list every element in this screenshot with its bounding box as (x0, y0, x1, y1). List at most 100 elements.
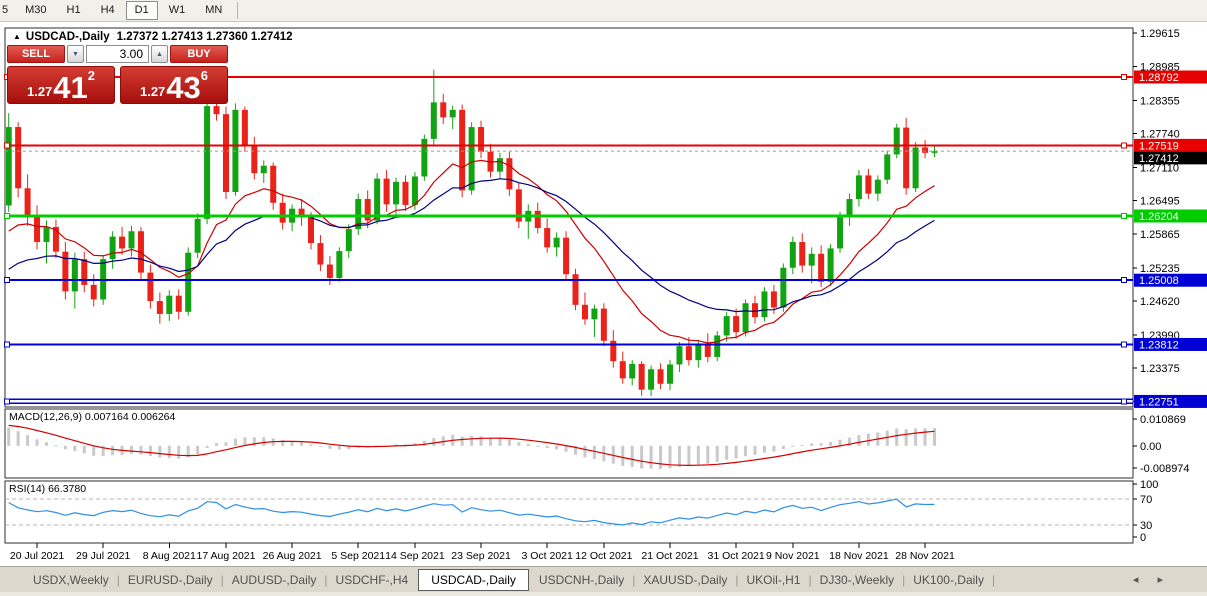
svg-text:1.27412: 1.27412 (1139, 153, 1179, 165)
hline-handle[interactable] (5, 399, 10, 404)
hline-handle[interactable] (1122, 143, 1127, 148)
hline-handle[interactable] (5, 278, 10, 283)
macd-bar (206, 446, 209, 448)
y-axis-label: 1.25865 (1140, 229, 1180, 241)
svg-text:1.23812: 1.23812 (1139, 339, 1179, 351)
tf-button-D1[interactable]: D1 (126, 1, 158, 20)
macd-bar (725, 446, 728, 460)
date-label: 9 Nov 2021 (766, 550, 820, 562)
tab-separator: | (221, 573, 224, 587)
candle-body (922, 147, 928, 152)
candle-body (280, 203, 286, 223)
tab-dj30weekly[interactable]: DJ30-,Weekly (813, 570, 901, 590)
tf-button-H4[interactable]: H4 (92, 1, 124, 20)
tf-button-M30[interactable]: M30 (16, 1, 55, 20)
date-label: 31 Oct 2021 (708, 550, 765, 562)
tab-uk100daily[interactable]: UK100-,Daily (906, 570, 991, 590)
tab-audusddaily[interactable]: AUDUSD-,Daily (225, 570, 324, 590)
tf-button-W1[interactable]: W1 (160, 1, 195, 20)
hline-handle[interactable] (1122, 75, 1127, 80)
macd-bar (536, 446, 539, 447)
tab-usdchfh4[interactable]: USDCHF-,H4 (329, 570, 416, 590)
price-tag: 1.27412 (1134, 151, 1207, 165)
volume-decrease-icon[interactable]: ▼ (67, 45, 84, 63)
candle-body (676, 346, 682, 364)
candle-body (6, 127, 12, 205)
hline-handle[interactable] (5, 342, 10, 347)
hline-handle[interactable] (5, 213, 10, 218)
candle-body (780, 268, 786, 308)
hline-handle[interactable] (1122, 399, 1127, 404)
y-axis-label: 1.23375 (1140, 363, 1180, 375)
candle-body (166, 296, 172, 314)
macd-bar (423, 441, 426, 446)
sell-button[interactable]: SELL (7, 45, 65, 63)
tab-usdxweekly[interactable]: USDX,Weekly (26, 570, 116, 590)
tf-button-5[interactable]: 5 (0, 1, 14, 20)
price-tag: 1.26204 (1134, 209, 1207, 223)
buy-button[interactable]: BUY (170, 45, 228, 63)
tab-ukoilh1[interactable]: UKOil-,H1 (740, 570, 808, 590)
macd-bar (650, 446, 653, 469)
hline-handle[interactable] (5, 143, 10, 148)
macd-bar (687, 446, 690, 466)
hline-handle[interactable] (1122, 213, 1127, 218)
collapse-icon[interactable]: ▲ (13, 32, 21, 41)
candle-body (818, 254, 824, 282)
tab-xauusddaily[interactable]: XAUUSD-,Daily (636, 570, 734, 590)
candle-body (837, 217, 843, 248)
tf-button-MN[interactable]: MN (196, 1, 231, 20)
candle-body (91, 285, 97, 300)
macd-bar (839, 440, 842, 446)
candle-body (705, 344, 711, 357)
macd-bar (300, 442, 303, 445)
tab-usdcaddaily[interactable]: USDCAD-,Daily (418, 569, 529, 591)
candle-body (903, 128, 909, 189)
candle-body (799, 242, 805, 266)
tab-usdcnhdaily[interactable]: USDCNH-,Daily (532, 570, 631, 590)
candle-body (431, 102, 437, 139)
symbol-tabbar: USDX,Weekly|EURUSD-,Daily|AUDUSD-,Daily|… (0, 566, 1207, 592)
candle-body (317, 243, 323, 264)
candle-body (72, 259, 78, 291)
date-label: 3 Oct 2021 (521, 550, 573, 562)
candle-body (686, 346, 692, 360)
rsi-axis-label: 70 (1140, 494, 1152, 506)
candle-body (752, 303, 758, 317)
date-label: 26 Aug 2021 (263, 550, 322, 562)
candle-body (884, 154, 890, 179)
tab-separator: | (992, 573, 995, 587)
buy-price-big: 43 (166, 73, 200, 102)
macd-bar (697, 446, 700, 465)
hline-handle[interactable] (1122, 278, 1127, 283)
tab-scroll-arrows[interactable]: ◂ ▸ (1133, 573, 1171, 586)
tab-separator: | (809, 573, 812, 587)
y-axis-label: 1.29615 (1140, 28, 1180, 40)
hline-handle[interactable] (1122, 342, 1127, 347)
date-label: 23 Sep 2021 (451, 550, 511, 562)
tab-eurusddaily[interactable]: EURUSD-,Daily (121, 570, 220, 590)
volume-input[interactable] (86, 45, 149, 63)
macd-bar (498, 438, 501, 446)
candle-body (648, 369, 654, 389)
macd-bar (54, 445, 57, 446)
macd-bar (744, 446, 747, 456)
candle-body (119, 237, 125, 249)
sell-quote[interactable]: 1.27 41 2 (7, 66, 115, 104)
volume-increase-icon[interactable]: ▲ (151, 45, 168, 63)
candle-body (261, 166, 267, 174)
buy-quote[interactable]: 1.27 43 6 (120, 66, 228, 104)
candle-body (129, 231, 135, 248)
macd-bar (886, 431, 889, 446)
sell-price-pip: 2 (88, 68, 95, 83)
candle-body (469, 127, 475, 190)
macd-axis-label: 0.010869 (1140, 414, 1186, 426)
candle-body (402, 182, 408, 205)
candle-body (865, 175, 871, 193)
candle-body (15, 127, 21, 188)
candle-body (667, 364, 673, 383)
candle-body (591, 309, 597, 320)
macd-bar (810, 443, 813, 445)
date-label: 18 Nov 2021 (829, 550, 889, 562)
tf-button-H1[interactable]: H1 (58, 1, 90, 20)
